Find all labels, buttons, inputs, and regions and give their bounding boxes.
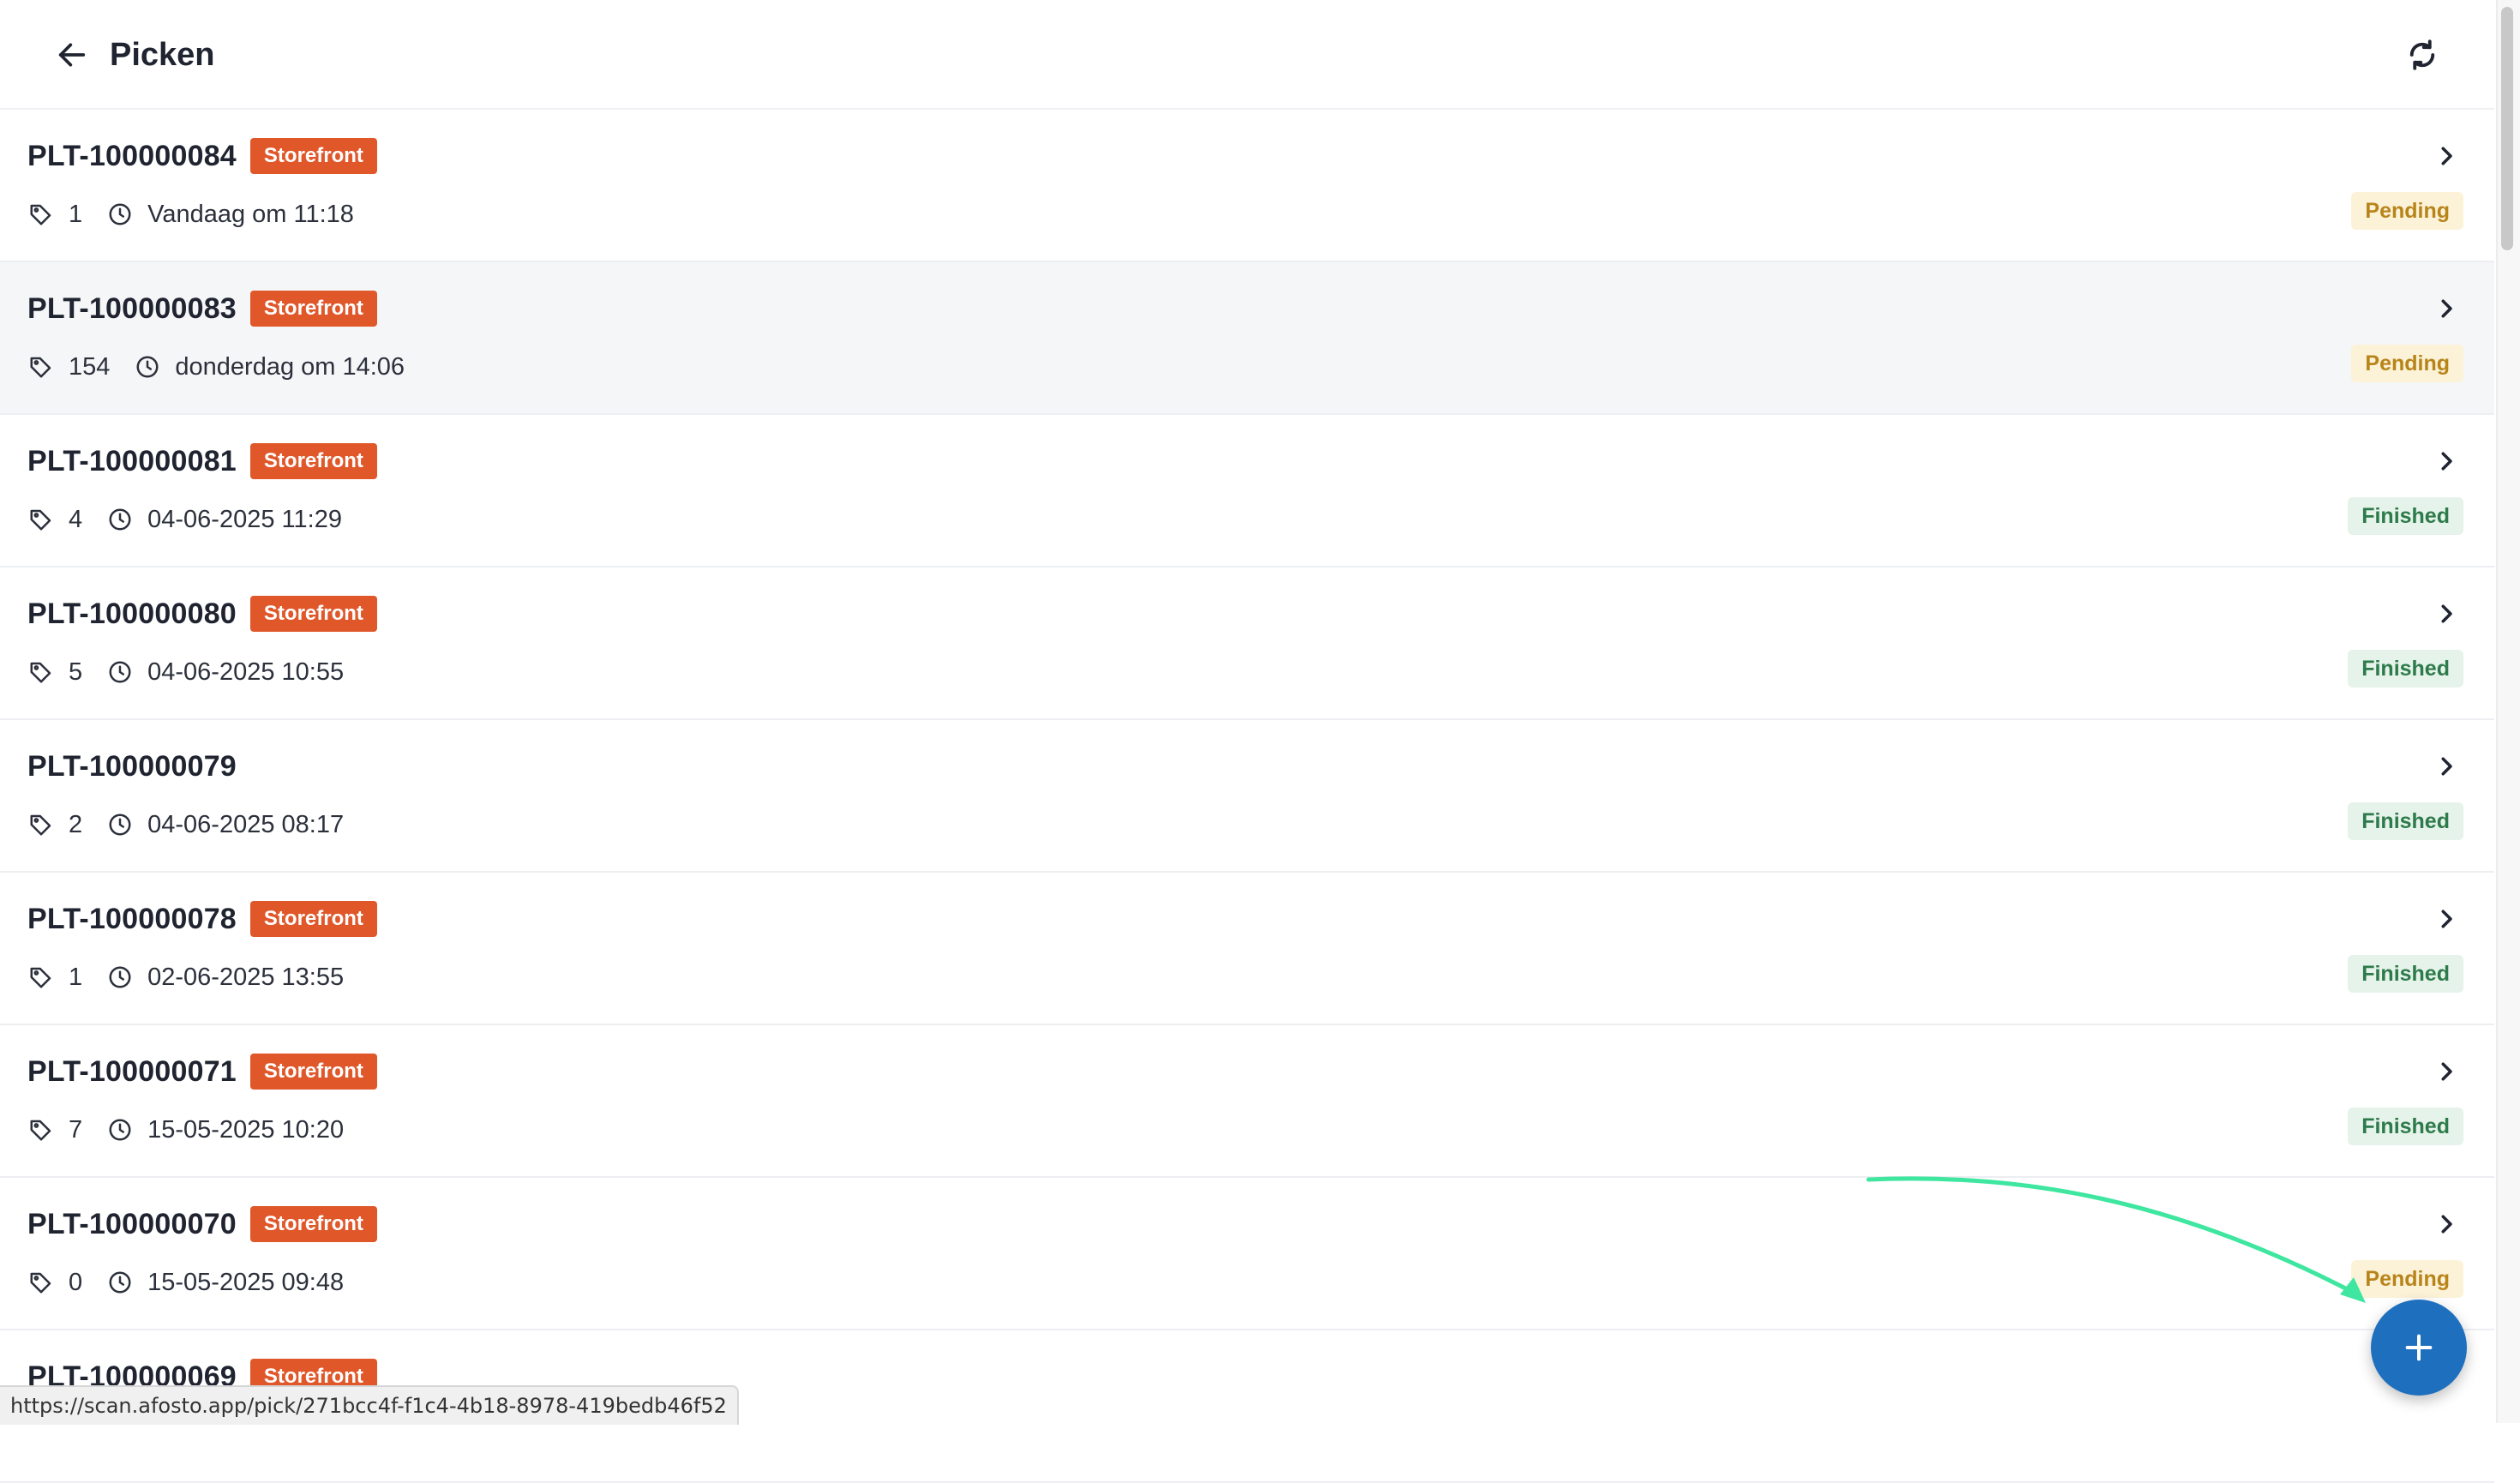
picklist-time: Vandaag om 11:18	[147, 200, 354, 228]
item-count: 0	[69, 1268, 83, 1296]
row-header: PLT-100000083 Storefront	[27, 288, 377, 329]
scrollbar-thumb[interactable]	[2501, 7, 2513, 250]
picklist-row[interactable]: PLT-100000083 Storefront 154 donderdag om 1…	[0, 262, 2494, 415]
channel-badge: Storefront	[249, 443, 377, 479]
status-badge: Finished	[2348, 955, 2463, 993]
picklist-row[interactable]: PLT-100000080 Storefront 5 04-06-2025 10:55…	[0, 567, 2494, 720]
item-count: 1	[69, 963, 83, 991]
item-count: 4	[69, 505, 83, 533]
item-count: 154	[69, 352, 111, 381]
arrow-left-icon	[58, 43, 86, 67]
top-bar: Picken	[0, 0, 2494, 110]
item-count: 1	[69, 200, 83, 228]
page-title: Picken	[110, 37, 215, 73]
picklist-id: PLT-100000070	[27, 1207, 237, 1240]
picklist-row[interactable]: PLT-100000081 Storefront 4 04-06-2025 11:29…	[0, 415, 2494, 567]
row-header: PLT-100000080 Storefront	[27, 593, 377, 634]
plus-icon	[2405, 1334, 2433, 1361]
clock-icon	[106, 1116, 134, 1144]
chevron-right-icon	[2431, 1209, 2462, 1240]
picklist-row[interactable]: PLT-100000070 Storefront 0 15-05-2025 09:48…	[0, 1178, 2494, 1330]
clock-icon	[134, 353, 161, 381]
picklist-time: 15-05-2025 10:20	[147, 1115, 345, 1144]
sync-button[interactable]	[2398, 31, 2446, 79]
channel-badge: Storefront	[249, 596, 377, 632]
status-badge: Finished	[2348, 650, 2463, 687]
row-meta: 2 04-06-2025 08:17	[27, 806, 344, 844]
picklist-id: PLT-100000071	[27, 1054, 237, 1088]
picklist-id: PLT-100000081	[27, 444, 237, 477]
chevron-right-icon	[2431, 904, 2462, 934]
picklist-row[interactable]: PLT-100000084 Storefront 1 Vandaag om 11:18…	[0, 110, 2494, 262]
chevron-right-icon	[2431, 1056, 2462, 1087]
row-meta: 1 Vandaag om 11:18	[27, 195, 354, 233]
channel-badge: Storefront	[249, 901, 377, 937]
picklist-id: PLT-100000083	[27, 291, 237, 325]
item-count: 7	[69, 1115, 83, 1144]
clock-icon	[106, 201, 134, 228]
status-badge: Pending	[2351, 345, 2463, 382]
status-badge: Finished	[2348, 1108, 2463, 1145]
row-meta: 1 02-06-2025 13:55	[27, 958, 344, 996]
channel-badge: Storefront	[249, 1054, 377, 1090]
row-header: PLT-100000081 Storefront	[27, 441, 377, 482]
row-header: PLT-100000078 Storefront	[27, 898, 377, 940]
link-preview-url: https://scan.afosto.app/pick/271bcc4f-f1…	[0, 1385, 739, 1425]
picklist-time: 04-06-2025 10:55	[147, 657, 345, 686]
channel-badge: Storefront	[249, 291, 377, 327]
row-header: PLT-100000071 Storefront	[27, 1051, 377, 1092]
row-meta: 5 04-06-2025 10:55	[27, 653, 344, 691]
tag-icon	[27, 353, 55, 381]
chevron-right-icon	[2431, 141, 2462, 171]
clock-icon	[106, 811, 134, 838]
channel-badge: Storefront	[249, 1206, 377, 1242]
clock-icon	[106, 964, 134, 991]
picklist-row[interactable]: PLT-100000071 Storefront 7 15-05-2025 10:20…	[0, 1025, 2494, 1178]
row-header: PLT-100000084 Storefront	[27, 135, 377, 177]
picklist-id: PLT-100000078	[27, 902, 237, 935]
back-button[interactable]	[50, 33, 94, 77]
status-badge: Finished	[2348, 497, 2463, 535]
tag-icon	[27, 964, 55, 991]
picklist-row[interactable]: PLT-100000079 2 04-06-2025 08:17 Finished	[0, 720, 2494, 873]
add-picklist-button[interactable]	[2371, 1300, 2467, 1396]
row-meta: 154 donderdag om 14:06	[27, 348, 405, 386]
chevron-right-icon	[2431, 293, 2462, 324]
status-badge: Finished	[2348, 802, 2463, 840]
tag-icon	[27, 1269, 55, 1296]
tag-icon	[27, 1116, 55, 1144]
picklist-row[interactable]: PLT-100000078 Storefront 1 02-06-2025 13:55…	[0, 873, 2494, 1025]
chevron-right-icon	[2431, 598, 2462, 629]
row-meta: 7 15-05-2025 10:20	[27, 1111, 344, 1149]
clock-icon	[106, 658, 134, 686]
tag-icon	[27, 506, 55, 533]
tag-icon	[27, 658, 55, 686]
tag-icon	[27, 201, 55, 228]
picklist-list: PLT-100000084 Storefront 1 Vandaag om 11:18…	[0, 110, 2494, 1483]
status-badge: Pending	[2351, 192, 2463, 230]
status-badge: Pending	[2351, 1260, 2463, 1298]
row-header: PLT-100000079	[27, 746, 237, 787]
item-count: 2	[69, 810, 83, 838]
clock-icon	[106, 506, 134, 533]
picklist-time: donderdag om 14:06	[175, 352, 405, 381]
picklist-id: PLT-100000079	[27, 749, 237, 783]
picklist-time: 02-06-2025 13:55	[147, 963, 345, 991]
picklist-id: PLT-100000080	[27, 597, 237, 630]
clock-icon	[106, 1269, 134, 1296]
picklist-time: 04-06-2025 08:17	[147, 810, 345, 838]
item-count: 5	[69, 657, 83, 686]
row-meta: 0 15-05-2025 09:48	[27, 1264, 344, 1301]
picklist-time: 15-05-2025 09:48	[147, 1268, 345, 1296]
refresh-icon	[2409, 39, 2435, 70]
picklist-time: 04-06-2025 11:29	[147, 505, 342, 533]
channel-badge: Storefront	[249, 138, 377, 174]
chevron-right-icon	[2431, 446, 2462, 477]
chevron-right-icon	[2431, 751, 2462, 782]
picklist-id: PLT-100000084	[27, 139, 237, 172]
row-header: PLT-100000070 Storefront	[27, 1204, 377, 1245]
tag-icon	[27, 811, 55, 838]
row-meta: 4 04-06-2025 11:29	[27, 501, 342, 538]
